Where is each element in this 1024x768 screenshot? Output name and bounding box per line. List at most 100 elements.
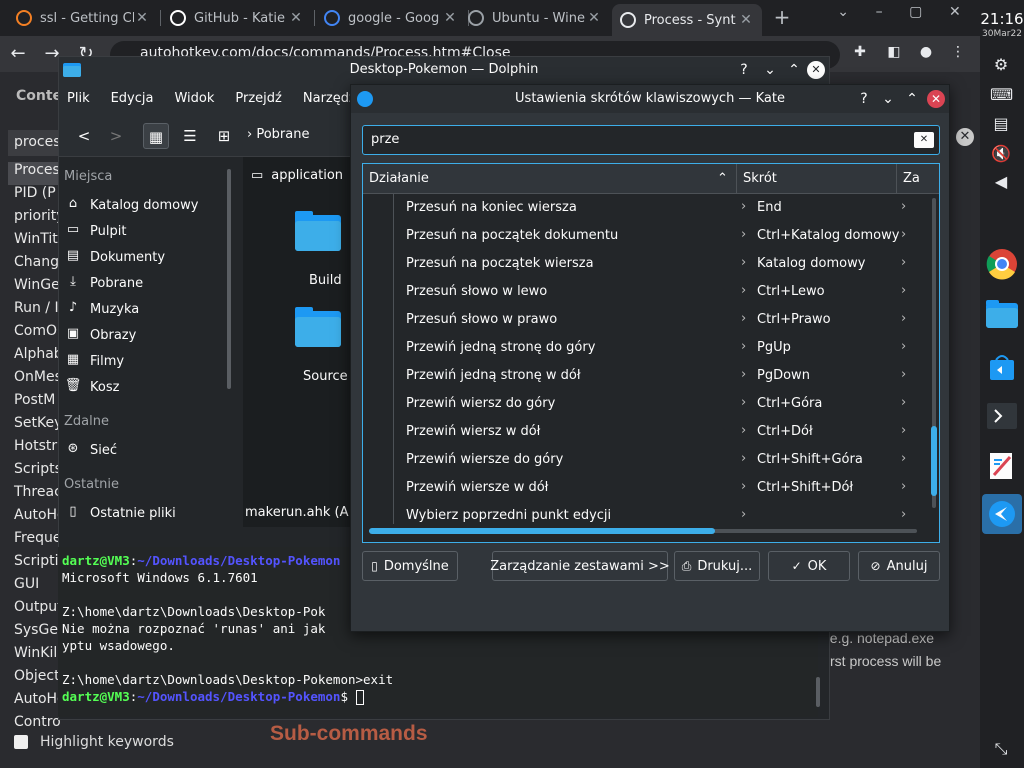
chevron-right-icon[interactable]: › — [901, 283, 906, 298]
chevron-right-icon[interactable]: › — [741, 507, 746, 522]
docs-index-item[interactable]: Threac — [8, 484, 60, 507]
chevron-right-icon[interactable]: › — [901, 451, 906, 466]
places-item[interactable]: ⤓ Pobrane — [64, 271, 143, 295]
chevron-right-icon[interactable]: › — [901, 479, 906, 494]
docs-index-item[interactable]: GUI — [8, 576, 60, 599]
close-icon[interactable]: ✕ — [949, 4, 961, 28]
docs-index-item[interactable]: WinGe — [8, 277, 60, 300]
places-item-recent-files[interactable]: ▯ Ostatnie pliki — [64, 501, 175, 525]
folder-build-icon[interactable] — [295, 211, 341, 251]
file-manager-app-icon[interactable] — [982, 294, 1022, 334]
chevron-right-icon[interactable]: › — [901, 339, 906, 354]
table-row[interactable]: Przewiń wiersze w dół › Ctrl+Shift+Dół › — [363, 474, 929, 502]
docs-index-item[interactable]: Object — [8, 668, 60, 691]
settings-gear-icon[interactable]: ⚙ — [990, 54, 1012, 76]
details-view-icon[interactable]: ⊞ — [211, 123, 237, 149]
shortcut-search-input[interactable]: prze ✕ — [362, 125, 940, 155]
docs-index-item[interactable]: WinKil — [8, 645, 60, 668]
docs-index-item[interactable]: Freque — [8, 530, 60, 553]
menu-item[interactable]: Plik — [67, 91, 90, 106]
store-app-icon[interactable] — [982, 346, 1022, 386]
docs-search-input[interactable]: proces — [8, 130, 60, 156]
browser-tab[interactable]: GitHub - Katie ✕ — [162, 4, 312, 32]
table-row[interactable]: Przewiń wiersz w dół › Ctrl+Dół › — [363, 418, 929, 446]
minimize-chevron-icon[interactable]: ⌄ — [877, 88, 899, 110]
file-makerun-label[interactable]: makerun.ahk (A — [245, 505, 348, 520]
places-item-network[interactable]: ⊛ Sieć — [64, 438, 117, 462]
shortcut-cell[interactable]: Ctrl+Dół — [757, 424, 813, 439]
chevron-right-icon[interactable]: › — [901, 507, 906, 522]
kate-app-icon[interactable] — [982, 494, 1022, 534]
defaults-button[interactable]: ▯ Domyślne — [362, 551, 458, 581]
muted-speaker-icon[interactable]: 🔇 — [990, 143, 1012, 165]
scrollbar-thumb[interactable] — [931, 426, 937, 496]
places-item[interactable]: ▤ Dokumenty — [64, 245, 165, 269]
shortcut-cell[interactable]: Ctrl+Katalog domowy — [757, 228, 899, 243]
chevron-right-icon[interactable]: › — [741, 423, 746, 438]
close-tab-icon[interactable]: ✕ — [586, 10, 602, 26]
table-row[interactable]: Przesuń na początek dokumentu › Ctrl+Katal… — [363, 222, 929, 250]
new-tab-button[interactable]: + — [772, 6, 792, 28]
menu-item[interactable]: Przejdź — [235, 91, 281, 106]
text-editor-app-icon[interactable] — [982, 446, 1022, 486]
icons-view-icon[interactable]: ▦ — [143, 123, 169, 149]
dialog-title-bar[interactable]: Ustawienia skrótów klawiszowych — Kate ?… — [351, 85, 949, 113]
column-header-alternate[interactable]: Za — [897, 164, 939, 194]
maximize-chevron-icon[interactable]: ⌃ — [901, 88, 923, 110]
collapse-arrow-icon[interactable]: ◀ — [990, 171, 1012, 193]
clipboard-icon[interactable]: ▤ — [990, 113, 1012, 135]
docs-index-item[interactable]: SysGe — [8, 622, 60, 645]
docs-index-item[interactable]: Run / I — [8, 300, 60, 323]
column-header-action[interactable]: Działanie ⌃ — [363, 164, 737, 194]
chevron-right-icon[interactable]: › — [741, 283, 746, 298]
back-arrow-icon[interactable]: ← — [6, 42, 30, 66]
table-row[interactable]: Przewiń jedną stronę w dół › PgDown › — [363, 362, 929, 390]
chevron-right-icon[interactable]: › — [741, 227, 746, 242]
column-header-shortcut[interactable]: Skrót — [737, 164, 897, 194]
menu-item[interactable]: Edycja — [111, 91, 154, 106]
close-tab-icon[interactable]: ✕ — [288, 10, 304, 26]
contents-tab[interactable]: Conte — [16, 88, 62, 104]
docs-index-item[interactable]: Scripts — [8, 461, 60, 484]
highlight-keywords-checkbox[interactable]: Highlight keywords — [14, 734, 174, 750]
help-icon[interactable]: ? — [733, 59, 755, 81]
back-chevron-icon[interactable]: < — [71, 123, 97, 149]
docs-index-item[interactable]: Alphab — [8, 346, 60, 369]
places-item[interactable]: ⌂ Katalog domowy — [64, 193, 199, 217]
table-horizontal-scrollbar[interactable] — [369, 528, 917, 534]
folder-source-icon[interactable] — [295, 307, 341, 347]
chevron-right-icon[interactable]: › — [901, 255, 906, 270]
close-icon[interactable]: ✕ — [927, 90, 945, 108]
docs-index-item[interactable]: OnMes — [8, 369, 60, 392]
chrome-app-icon[interactable] — [982, 244, 1022, 284]
shortcut-cell[interactable]: Ctrl+Lewo — [757, 284, 825, 299]
kebab-menu-icon[interactable]: ⋮ — [948, 44, 968, 64]
close-tab-icon[interactable]: ✕ — [134, 10, 150, 26]
close-tab-icon[interactable]: ✕ — [738, 12, 754, 28]
docs-index-item[interactable]: Scriptin — [8, 553, 60, 576]
menu-item[interactable]: Widok — [174, 91, 214, 106]
shortcut-cell[interactable]: Katalog domowy — [757, 256, 865, 271]
shortcut-cell[interactable]: Ctrl+Prawo — [757, 312, 831, 327]
table-row[interactable]: Przesuń słowo w lewo › Ctrl+Lewo › — [363, 278, 929, 306]
docs-index-item[interactable]: SetKey — [8, 415, 60, 438]
scrollbar-thumb[interactable] — [369, 528, 715, 534]
maximize-icon[interactable]: ▢ — [909, 4, 922, 28]
compact-view-icon[interactable]: ☰ — [177, 123, 203, 149]
shortcut-cell[interactable]: Ctrl+Shift+Góra — [757, 452, 863, 467]
forward-chevron-icon[interactable]: > — [103, 123, 129, 149]
chevron-right-icon[interactable]: › — [741, 367, 746, 382]
chevron-right-icon[interactable]: › — [901, 395, 906, 410]
chevron-right-icon[interactable]: › — [741, 199, 746, 214]
docs-index-item[interactable]: PostM — [8, 392, 60, 415]
docs-index-item[interactable]: AutoHo — [8, 507, 60, 530]
docs-index-item[interactable]: WinTitl — [8, 231, 60, 254]
chevron-right-icon[interactable]: › — [741, 395, 746, 410]
places-item[interactable]: 🗑 Kosz — [64, 375, 120, 399]
terminal-app-icon[interactable] — [982, 396, 1022, 436]
extensions-puzzle-icon[interactable]: ✚ — [850, 44, 870, 64]
shortcut-cell[interactable]: PgUp — [757, 340, 791, 355]
chevron-right-icon[interactable]: › — [741, 479, 746, 494]
table-row[interactable]: Przewiń wiersze do góry › Ctrl+Shift+Góra › — [363, 446, 929, 474]
docs-index-item[interactable]: priority — [8, 208, 60, 231]
